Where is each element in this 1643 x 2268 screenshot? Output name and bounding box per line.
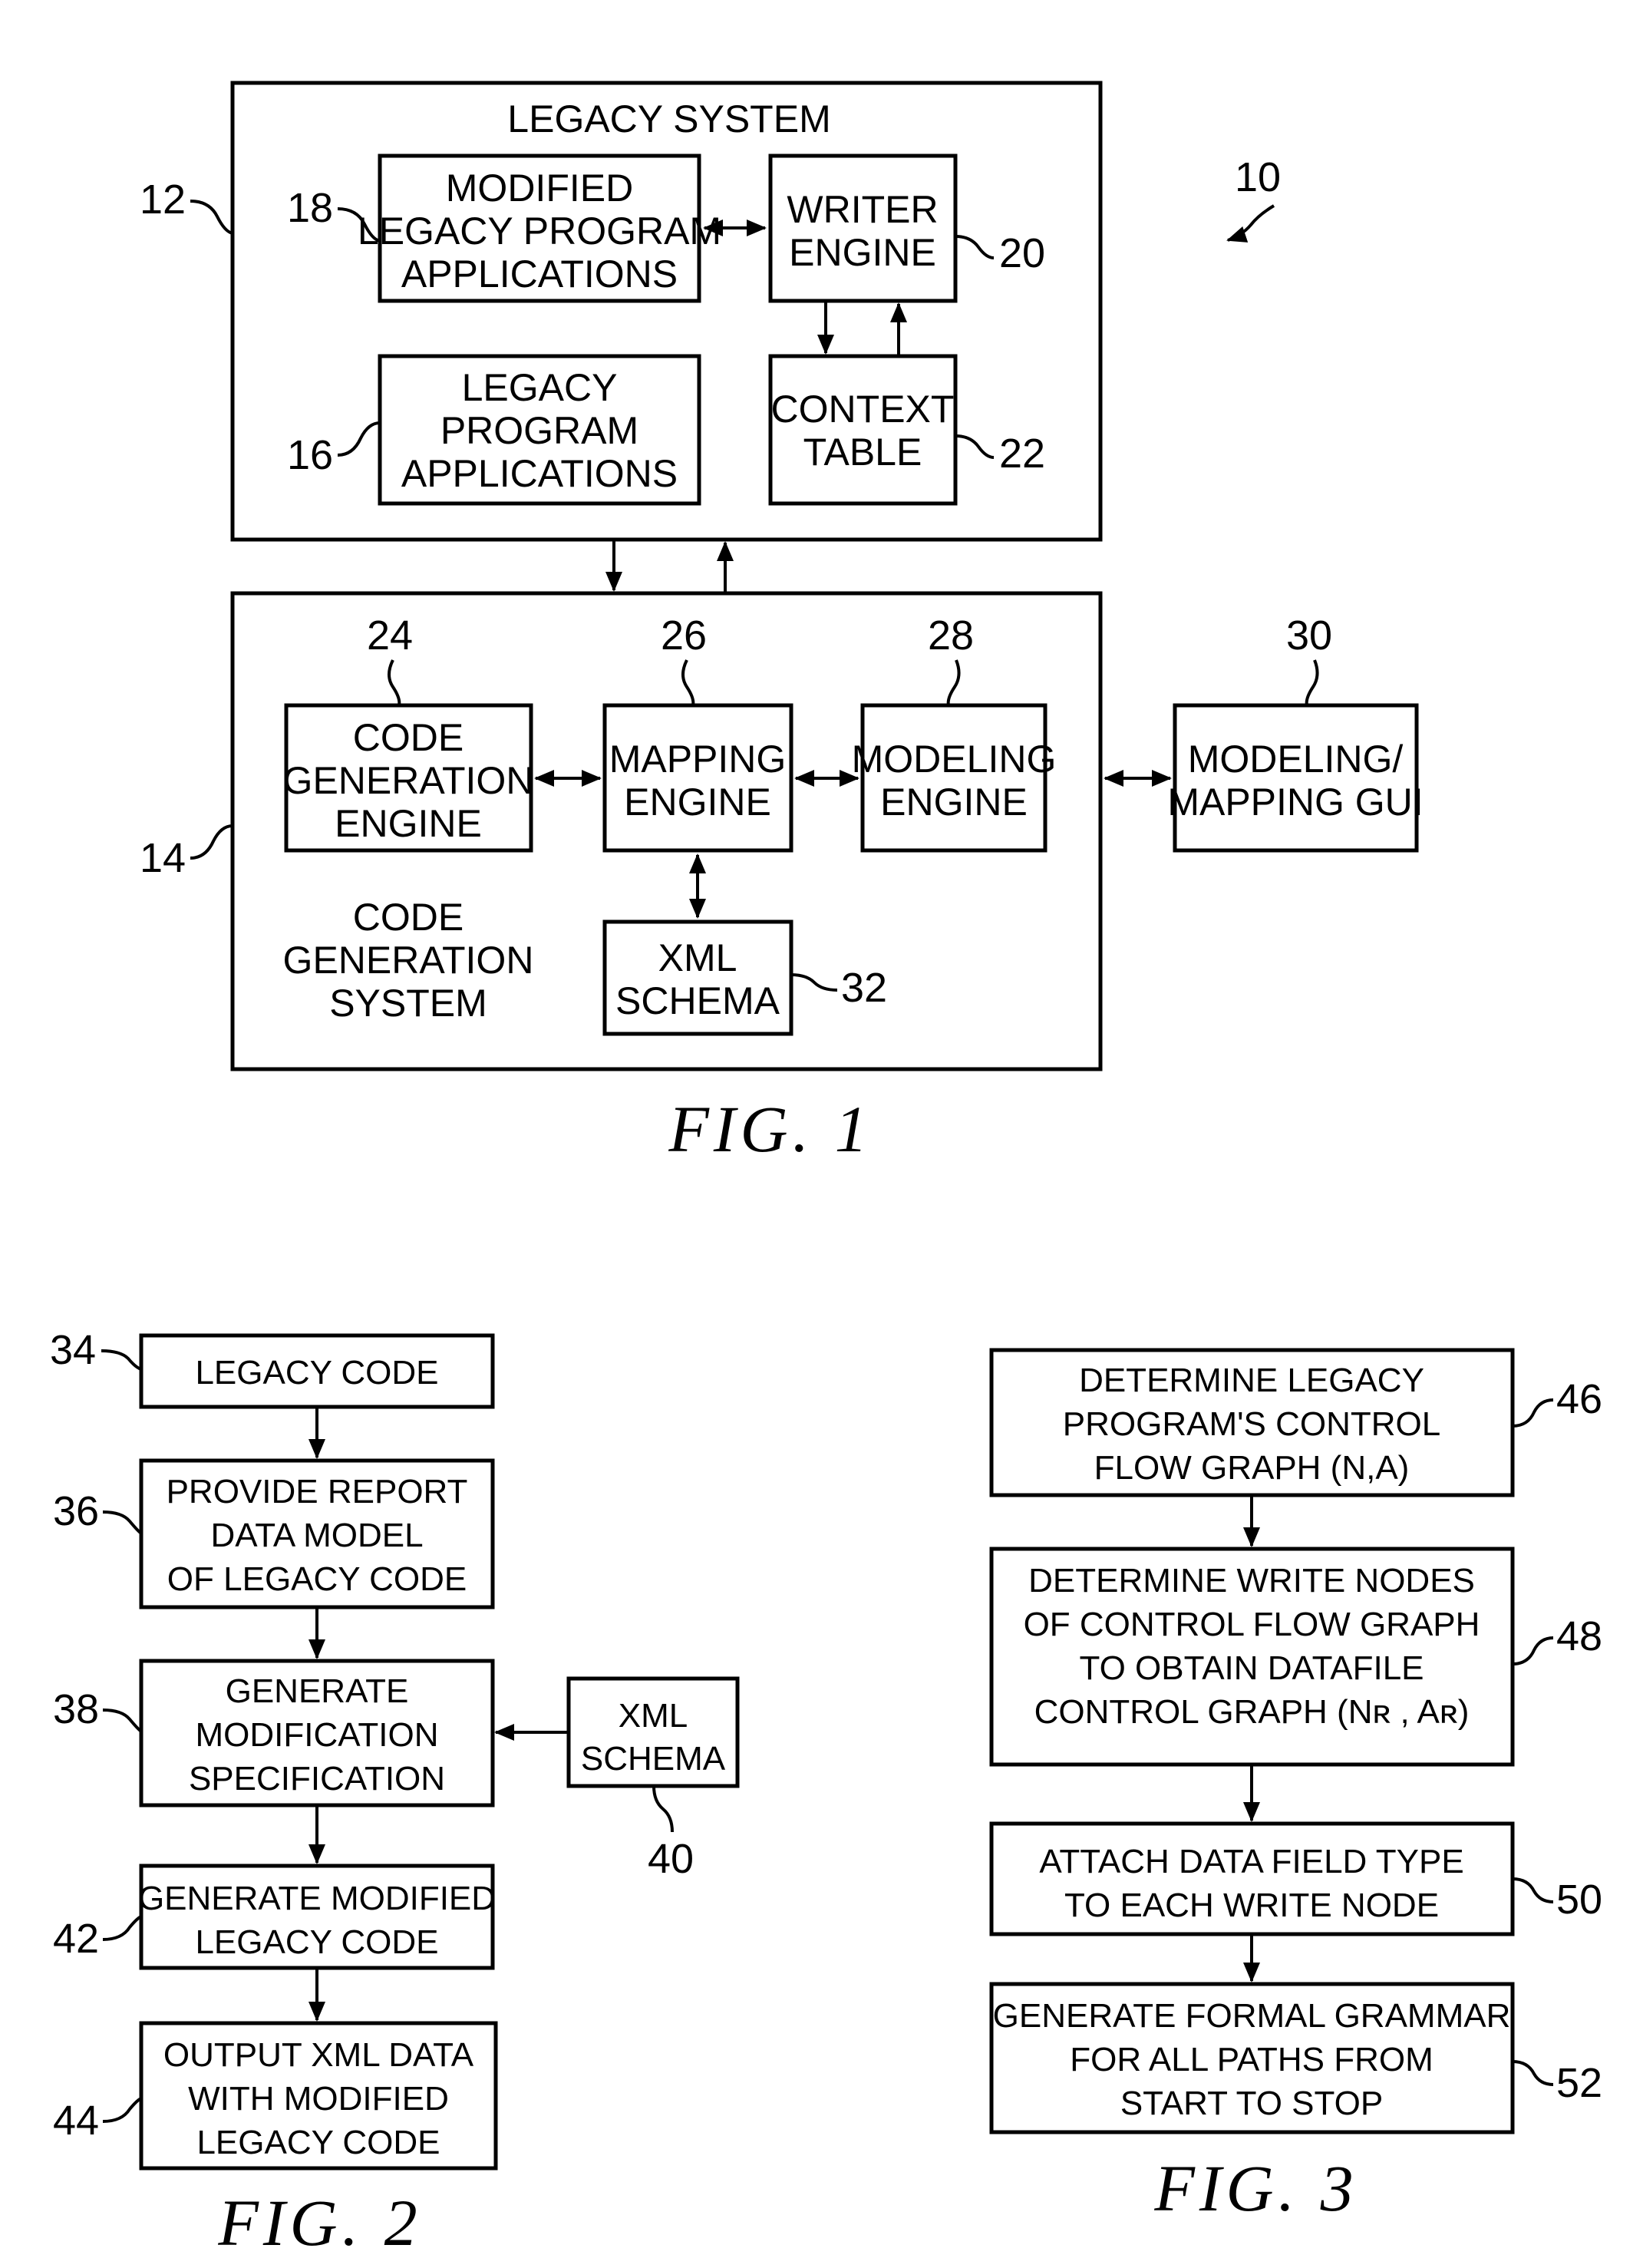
modified-apps-line: LEGACY PROGRAM — [358, 210, 721, 253]
leader-52 — [1512, 2060, 1554, 2086]
fig2-step-line: LEGACY CODE — [195, 1923, 438, 1961]
fig1-caption: FIG. 1 — [668, 1092, 872, 1166]
ref-42: 42 — [53, 1916, 99, 1962]
ref-40: 40 — [648, 1836, 694, 1882]
fig3-caption: FIG. 3 — [1153, 2151, 1358, 2225]
modified-apps-line: APPLICATIONS — [401, 253, 678, 295]
ref-16: 16 — [287, 432, 333, 478]
fig2-step-line: PROVIDE REPORT — [167, 1473, 468, 1510]
ref-50: 50 — [1556, 1877, 1602, 1923]
fig2-step-line: SPECIFICATION — [189, 1760, 445, 1798]
leader-34 — [101, 1349, 142, 1371]
ref-28: 28 — [928, 612, 974, 659]
modeling-engine-line: MODELING — [852, 738, 1057, 781]
legacy-apps-line: PROGRAM — [440, 409, 638, 452]
writer-engine-line: ENGINE — [789, 231, 936, 274]
context-table-line: CONTEXT — [771, 388, 955, 431]
ref-12: 12 — [140, 177, 186, 223]
mapping-engine-line: ENGINE — [624, 781, 771, 824]
fig3-step-line: START TO STOP — [1120, 2085, 1383, 2122]
ref-36: 36 — [53, 1488, 99, 1534]
ref-24: 24 — [367, 612, 413, 659]
fig3-step-line: DETERMINE LEGACY — [1079, 1362, 1424, 1399]
legacy-apps-line: APPLICATIONS — [401, 452, 678, 495]
ref-44: 44 — [53, 2098, 99, 2144]
leader-42 — [102, 1915, 142, 1941]
fig2-xml-line: XML — [619, 1697, 688, 1735]
fig3-step-line: CONTROL GRAPH (Nʀ , Aʀ) — [1034, 1693, 1470, 1731]
leader-38 — [102, 1708, 143, 1733]
leader-14 — [190, 824, 233, 860]
code-gen-system-title-line: CODE — [353, 896, 464, 939]
fig3-step-line: DETERMINE WRITE NODES — [1028, 1562, 1475, 1599]
fig3-step-line: ATTACH DATA FIELD TYPE — [1039, 1843, 1463, 1880]
ref-10: 10 — [1235, 154, 1281, 200]
ref-32: 32 — [841, 965, 887, 1011]
fig2-step-line: GENERATE MODIFIED — [138, 1880, 496, 1917]
legacy-system-title: LEGACY SYSTEM — [507, 97, 830, 140]
ref-26: 26 — [661, 612, 707, 659]
xml-schema-line: SCHEMA — [615, 979, 780, 1022]
ref-48: 48 — [1556, 1613, 1602, 1659]
fig1: LEGACY SYSTEM MODIFIED LEGACY PROGRAM AP… — [140, 81, 1424, 1166]
fig3-step-line: PROGRAM'S CONTROL — [1063, 1405, 1440, 1443]
ref-30: 30 — [1286, 612, 1332, 659]
leader-48 — [1512, 1636, 1554, 1666]
patent-figures: LEGACY SYSTEM MODIFIED LEGACY PROGRAM AP… — [50, 81, 1602, 2260]
fig3-step-line: TO EACH WRITE NODE — [1064, 1887, 1439, 1924]
fig3-step-line: GENERATE FORMAL GRAMMAR — [993, 1997, 1511, 2035]
leader-50 — [1512, 1877, 1554, 1903]
ref-20: 20 — [999, 230, 1045, 276]
mapping-engine-line: MAPPING — [609, 738, 787, 781]
ref-52: 52 — [1556, 2060, 1602, 2106]
fig2-step-line: LEGACY CODE — [196, 2124, 440, 2161]
code-gen-engine-line: GENERATION — [283, 759, 534, 802]
fig3-step-line: FOR ALL PATHS FROM — [1070, 2041, 1433, 2078]
leader-40 — [652, 1785, 674, 1833]
leader-12 — [190, 200, 233, 235]
ref-46: 46 — [1556, 1376, 1602, 1422]
leader-46 — [1512, 1398, 1554, 1428]
fig3-step-line: FLOW GRAPH (N,A) — [1094, 1449, 1410, 1487]
xml-schema-line: XML — [658, 936, 737, 979]
fig3-step-line: OF CONTROL FLOW GRAPH — [1024, 1606, 1480, 1643]
fig2-xml-line: SCHEMA — [581, 1740, 726, 1778]
code-gen-engine-line: ENGINE — [335, 802, 482, 845]
fig2-step-line: WITH MODIFIED — [188, 2080, 449, 2118]
code-gen-system-title-line: SYSTEM — [329, 982, 487, 1025]
fig2-step-line: OF LEGACY CODE — [167, 1560, 467, 1598]
fig2-caption: FIG. 2 — [217, 2186, 421, 2260]
fig2-step-line: DATA MODEL — [210, 1517, 423, 1554]
context-table-line: TABLE — [803, 431, 922, 474]
fig2-step-line: GENERATE — [226, 1672, 409, 1710]
gui-line: MAPPING GUI — [1167, 781, 1423, 824]
code-gen-system-title-line: GENERATION — [283, 939, 534, 982]
ref-22: 22 — [999, 431, 1045, 477]
ref-38: 38 — [53, 1686, 99, 1732]
code-gen-engine-line: CODE — [353, 716, 464, 759]
gui-line: MODELING/ — [1188, 738, 1404, 781]
writer-engine-line: WRITER — [787, 188, 938, 231]
fig3: DETERMINE LEGACY PROGRAM'S CONTROL FLOW … — [989, 1348, 1602, 2225]
ref-14: 14 — [140, 835, 186, 881]
modified-apps-line: MODIFIED — [446, 167, 633, 210]
ref-34: 34 — [50, 1327, 96, 1373]
fig3-step-line: TO OBTAIN DATAFILE — [1079, 1649, 1424, 1687]
leader-44 — [102, 2097, 142, 2123]
modeling-engine-line: ENGINE — [880, 781, 1028, 824]
fig2: LEGACY CODE PROVIDE REPORT DATA MODEL OF… — [50, 1327, 740, 2260]
system-arrow-10 — [1226, 204, 1275, 243]
leader-30 — [1305, 659, 1319, 706]
fig2-step-line: OUTPUT XML DATA — [163, 2036, 474, 2074]
fig2-step-line: LEGACY CODE — [195, 1354, 438, 1392]
ref-18: 18 — [287, 185, 333, 231]
legacy-apps-line: LEGACY — [462, 366, 618, 409]
leader-36 — [102, 1510, 143, 1535]
fig2-step-line: MODIFICATION — [196, 1716, 439, 1754]
